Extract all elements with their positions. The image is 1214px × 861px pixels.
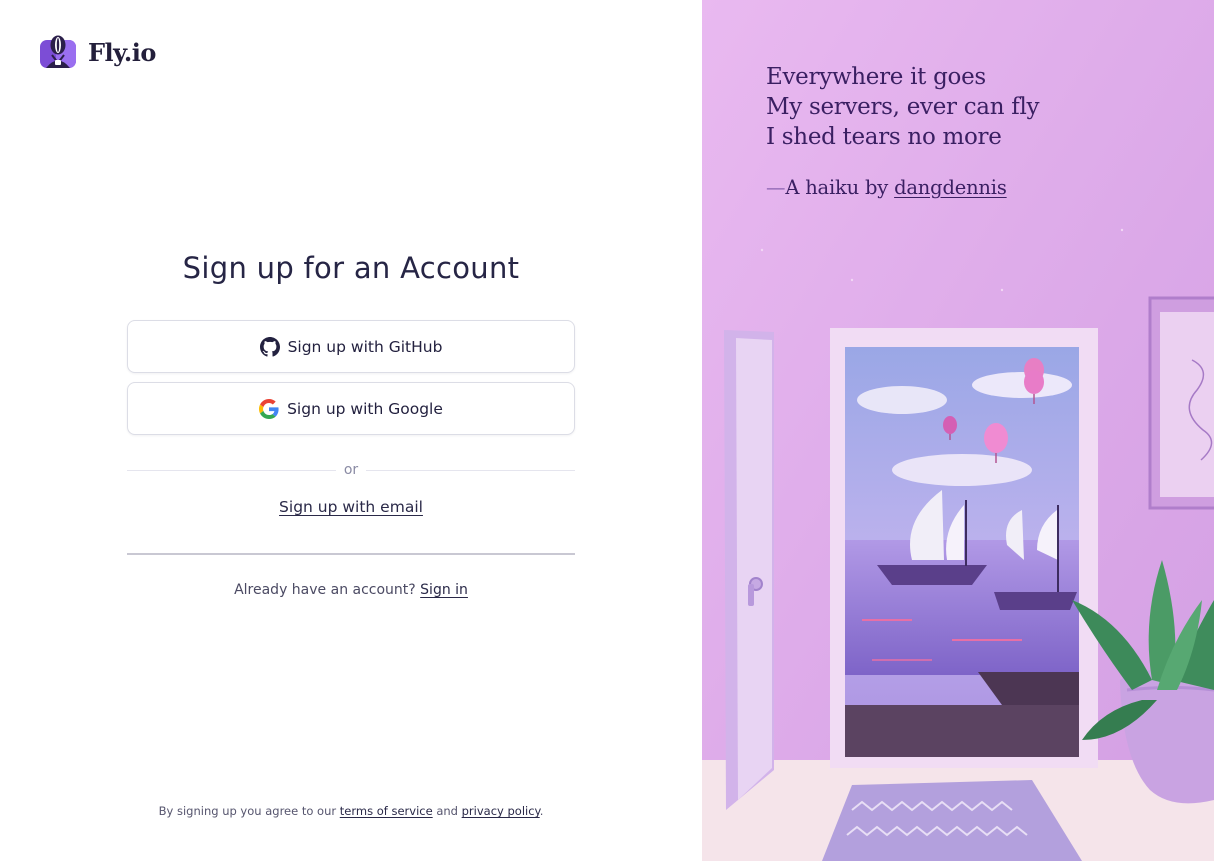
privacy-policy-link[interactable]: privacy policy (462, 804, 540, 818)
have-account-text: Already have an account? (234, 582, 416, 598)
signin-link[interactable]: Sign in (420, 582, 468, 598)
divider-line-left (127, 469, 336, 471)
haiku-quote: Everywhere it goes My servers, ever can … (766, 62, 1040, 199)
github-signup-button[interactable]: Sign up with GitHub (127, 320, 575, 373)
github-icon (259, 336, 280, 357)
github-button-label: Sign up with GitHub (287, 337, 443, 356)
flyio-logo[interactable]: Fly.io (40, 35, 156, 69)
page-title: Sign up for an Account (182, 251, 520, 285)
google-icon (259, 398, 279, 419)
google-signup-button[interactable]: Sign up with Google (127, 382, 575, 435)
signup-panel: Fly.io Sign up for an Account Sign up wi… (0, 0, 702, 861)
section-separator (127, 553, 575, 555)
haiku-credit: —A haiku by dangdennis (766, 176, 1039, 199)
signin-prompt: Already have an account? Sign in (127, 582, 575, 598)
legal-conjunction: and (436, 804, 458, 818)
terms-of-service-link[interactable]: terms of service (340, 804, 433, 818)
google-button-label: Sign up with Google (287, 399, 443, 418)
legal-suffix: . (539, 804, 544, 818)
haiku-author-link[interactable]: dangdennis (894, 176, 1007, 199)
signup-form: Sign up for an Account Sign up with GitH… (127, 250, 576, 598)
or-divider: or (127, 460, 576, 480)
brand-name: Fly.io (88, 37, 156, 67)
email-signup-link[interactable]: Sign up with email (127, 498, 575, 516)
divider-line-right (366, 469, 576, 471)
haiku-line-1: Everywhere it goes (766, 64, 986, 90)
legal-prefix: By signing up you agree to our (158, 804, 337, 818)
credit-prefix: A haiku by (785, 176, 889, 199)
haiku-line-2: My servers, ever can fly (766, 94, 1040, 120)
legal-notice: By signing up you agree to our terms of … (0, 804, 702, 818)
illustration-panel: Everywhere it goes My servers, ever can … (702, 0, 1214, 861)
balloon-logo-icon (40, 35, 76, 68)
credit-dash: — (766, 176, 786, 199)
haiku-line-3: I shed tears no more (766, 124, 1002, 150)
divider-or-text: or (343, 462, 359, 478)
